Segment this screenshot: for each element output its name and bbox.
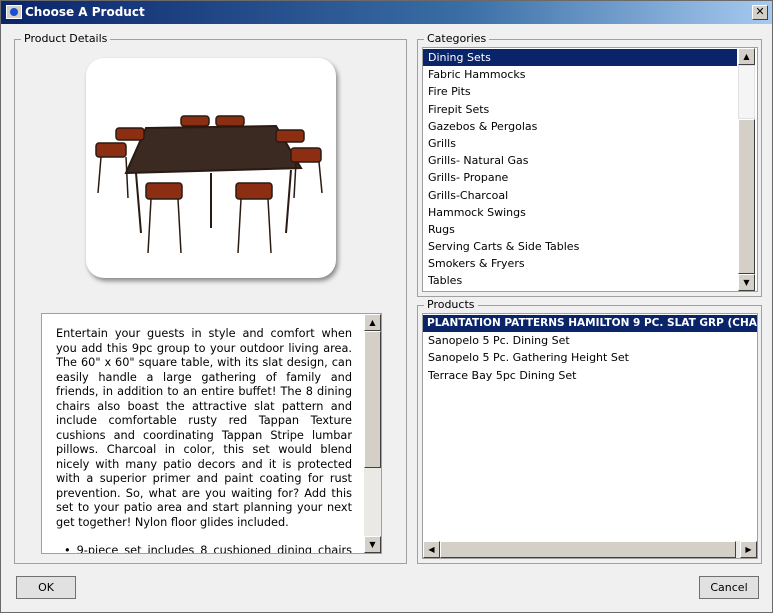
description-bullet: • 9-piece set includes 8 cushioned dinin… [64, 544, 352, 554]
category-item[interactable]: Firepit Sets [423, 101, 757, 118]
scroll-thumb[interactable] [738, 65, 755, 119]
scroll-down-icon[interactable]: ▼ [364, 536, 381, 553]
category-item[interactable]: Fire Pits [423, 83, 757, 100]
product-item-selected[interactable]: PLANTATION PATTERNS HAMILTON 9 PC. SLAT … [423, 315, 757, 333]
scroll-thumb[interactable] [440, 541, 736, 558]
scroll-up-icon[interactable]: ▲ [738, 48, 755, 65]
scroll-left-icon[interactable]: ◀ [423, 541, 440, 558]
category-item[interactable]: Smokers & Fryers [423, 255, 757, 272]
categories-list[interactable]: Dining Sets Fabric Hammocks Fire Pits Fi… [422, 47, 758, 292]
category-item[interactable]: Grills [423, 135, 757, 152]
scroll-thumb[interactable] [364, 331, 381, 468]
window-title: Choose A Product [25, 5, 145, 19]
categories-scrollbar[interactable]: ▲ ▼ [738, 48, 755, 291]
ok-button[interactable]: OK [16, 576, 76, 599]
category-item[interactable]: Rugs [423, 221, 757, 238]
scroll-track[interactable] [738, 119, 755, 274]
category-item[interactable]: Grills- Propane [423, 169, 757, 186]
products-legend: Products [424, 298, 478, 311]
description-paragraph: Entertain your guests in style and comfo… [56, 327, 352, 529]
dining-set-image [95, 115, 323, 254]
cancel-button[interactable]: Cancel [699, 576, 759, 599]
product-image [86, 58, 336, 278]
category-item[interactable]: Serving Carts & Side Tables [423, 238, 757, 255]
close-button[interactable]: ✕ [752, 5, 768, 20]
product-item[interactable]: Sanopelo 5 Pc. Dining Set [423, 332, 757, 349]
products-list[interactable]: PLANTATION PATTERNS HAMILTON 9 PC. SLAT … [422, 313, 758, 559]
category-item-dining-sets[interactable]: Dining Sets [423, 49, 737, 67]
description-box[interactable]: Entertain your guests in style and comfo… [41, 313, 382, 554]
category-item[interactable]: Gazebos & Pergolas [423, 118, 757, 135]
category-item[interactable]: Fabric Hammocks [423, 66, 757, 83]
app-icon [6, 5, 22, 19]
description-text: Entertain your guests in style and comfo… [56, 327, 352, 554]
product-details-legend: Product Details [21, 32, 111, 45]
categories-legend: Categories [424, 32, 490, 45]
choose-product-dialog: Choose A Product ✕ Product Details Enter… [0, 0, 773, 613]
scroll-right-icon[interactable]: ▶ [740, 541, 757, 558]
category-item[interactable]: Tables [423, 272, 757, 289]
products-hscrollbar[interactable]: ◀ ▶ [423, 541, 757, 558]
product-item[interactable]: Sanopelo 5 Pc. Gathering Height Set [423, 349, 757, 366]
category-item[interactable]: Hammock Swings [423, 204, 757, 221]
product-item[interactable]: Terrace Bay 5pc Dining Set [423, 367, 757, 384]
category-item[interactable]: Grills-Charcoal [423, 187, 757, 204]
title-bar: Choose A Product ✕ [1, 1, 772, 24]
scroll-down-icon[interactable]: ▼ [738, 274, 755, 291]
category-item[interactable]: Grills- Natural Gas [423, 152, 757, 169]
scroll-up-icon[interactable]: ▲ [364, 314, 381, 331]
description-scrollbar[interactable]: ▲ ▼ [364, 314, 381, 553]
